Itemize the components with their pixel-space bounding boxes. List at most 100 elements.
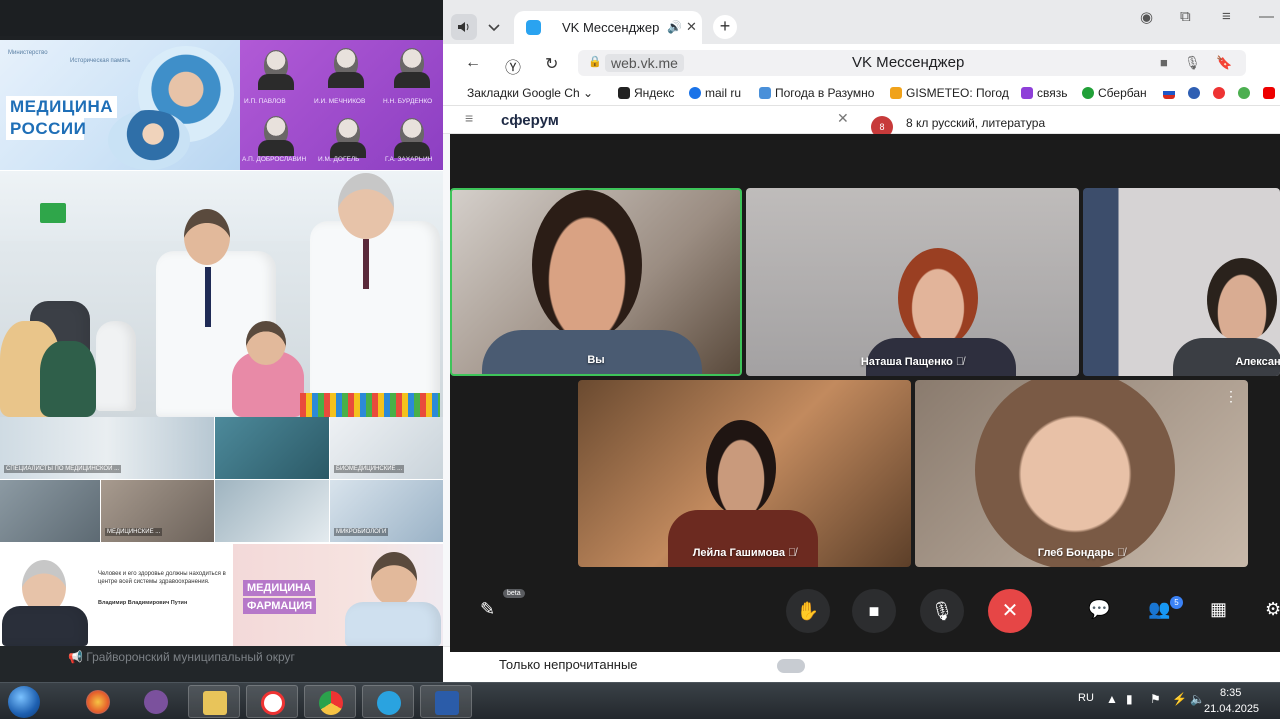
bookmark-item[interactable]: mail ru: [689, 86, 741, 100]
yandex-browser-taskbar-icon[interactable]: [246, 685, 298, 718]
microbiology-photo: МИКРОБИОЛОГИ: [330, 480, 443, 542]
scientist-name: И.И. МЕЧНИКОВ: [314, 98, 366, 105]
close-chat-icon[interactable]: ✕: [837, 110, 849, 127]
camera-button[interactable]: ■: [852, 589, 896, 633]
menu-icon[interactable]: ≡: [465, 110, 473, 126]
tab-vk-messenger[interactable]: VK Мессенджер 🔊 ✕: [514, 11, 702, 44]
specialist-photo: [0, 480, 100, 542]
shared-screen-topbar: [0, 0, 443, 36]
telegram-taskbar-icon[interactable]: [362, 685, 414, 718]
participant-tile[interactable]: ⋮ Глеб Бондарь 🎙̸: [915, 380, 1248, 567]
chat-title[interactable]: 8 кл русский, литература: [906, 116, 1045, 130]
tabs-dropdown-icon[interactable]: [481, 14, 507, 40]
bookmark-item[interactable]: связь: [1021, 86, 1068, 100]
participant-name: Лейла Гашимова: [692, 547, 786, 559]
scientists-banner: И.П. ПАВЛОВ И.И. МЕЧНИКОВ Н.Н. БУРДЕНКО …: [240, 40, 443, 170]
participant-name: Наташа Пащенко: [860, 356, 953, 368]
scientist-name: Г.А. ЗАХАРЬИН: [385, 156, 433, 163]
clock-date[interactable]: 21.04.2025: [1204, 703, 1259, 715]
banner-title: МЕДИЦИНА РОССИИ: [6, 96, 118, 140]
end-call-button[interactable]: ✕: [988, 589, 1032, 633]
specialists-photo-row-1: СПЕЦИАЛИСТЫ ПО МЕДИЦИНСКОЙ ... БИОМЕДИЦИ…: [0, 417, 443, 479]
bookmarks-bar: Закладки Google Ch ⌄ Яндекс mail ru Пого…: [443, 82, 1280, 106]
site-icon[interactable]: [1188, 86, 1204, 100]
chat-icon[interactable]: 💬: [1088, 599, 1110, 620]
tray-expand-icon[interactable]: ▲: [1106, 692, 1118, 706]
banner-logo-history: Историческая память: [70, 58, 131, 64]
scientist-name: И.М. ДОГЕЛЬ: [318, 156, 360, 163]
participant-tile[interactable]: Наташа Пащенко 🎙̸: [746, 188, 1079, 376]
layout-icon[interactable]: ▦: [1210, 599, 1227, 620]
lock-icon[interactable]: 🔒: [588, 55, 602, 68]
yandex-icon[interactable]: Ⓨ: [505, 54, 521, 78]
whiteboard-icon[interactable]: ✎: [480, 599, 495, 620]
bookmark-icon[interactable]: 🔖: [1216, 55, 1232, 71]
bookmark-item[interactable]: Яндекс: [618, 86, 674, 100]
explorer-taskbar-icon[interactable]: [188, 685, 240, 718]
flag-tray-icon[interactable]: ⚑: [1150, 692, 1161, 706]
vk-favicon: [526, 20, 541, 35]
network-icon[interactable]: ▮: [1126, 692, 1133, 706]
tab-close-icon[interactable]: ✕: [686, 19, 697, 35]
unread-filter-label: Только непрочитанные: [499, 657, 638, 672]
windows-taskbar: RU ▲ ▮ ⚑ ⚡ 🔈 8:35 21.04.2025: [0, 682, 1280, 719]
bookmark-manager-icon[interactable]: ⧉: [1180, 8, 1191, 25]
menu-icon[interactable]: ≡: [1222, 8, 1231, 25]
volume-icon[interactable]: 🔈: [1190, 692, 1205, 706]
new-tab-button[interactable]: +: [713, 15, 737, 39]
profile-icon[interactable]: ◉: [1140, 8, 1153, 26]
participant-tile[interactable]: Лейла Гашимова 🎙̸: [578, 380, 911, 567]
clock-time[interactable]: 8:35: [1220, 687, 1241, 699]
youtube-icon[interactable]: [1263, 86, 1279, 100]
tab-strip: VK Мессенджер 🔊 ✕ + ◉ ⧉ ≡ —: [443, 0, 1280, 44]
shared-screen-pane: Министерство Историческая память МЕДИЦИН…: [0, 0, 443, 682]
site-icon[interactable]: [1238, 86, 1254, 100]
bookmark-item[interactable]: Сбербан: [1082, 86, 1147, 100]
pharm-title-line1: МЕДИЦИНА: [243, 580, 316, 596]
speaker-icon[interactable]: [451, 14, 477, 40]
start-button[interactable]: [8, 686, 40, 718]
muted-mic-icon: 🎙̸: [1116, 547, 1126, 559]
tab-audio-icon[interactable]: 🔊: [667, 20, 682, 34]
language-indicator[interactable]: RU: [1078, 692, 1094, 704]
pharm-title-line2: ФАРМАЦИЯ: [243, 598, 317, 614]
portrait-dogel: [326, 114, 370, 158]
participant-tile-self[interactable]: Вы: [450, 188, 742, 376]
microphone-icon[interactable]: 🎙: [1184, 55, 1201, 71]
bookmark-item[interactable]: GISMETEO: Погод: [890, 86, 1009, 100]
viber-taskbar-icon[interactable]: [130, 685, 182, 718]
more-options-icon[interactable]: ⋮: [1224, 388, 1238, 405]
word-taskbar-icon[interactable]: [420, 685, 472, 718]
presentation-slide: Министерство Историческая память МЕДИЦИН…: [0, 40, 443, 646]
raise-hand-button[interactable]: ✋: [786, 589, 830, 633]
power-icon[interactable]: ⚡: [1172, 692, 1187, 706]
participant-name: Александр Зуен: [1235, 356, 1280, 368]
reload-icon[interactable]: ↻: [545, 54, 558, 74]
participant-tile[interactable]: Александр Зуен: [1083, 188, 1280, 376]
participants-icon[interactable]: 👥: [1148, 599, 1170, 620]
microphone-button[interactable]: 🎙: [920, 589, 964, 633]
scientist-name: А.П. ДОБРОСЛАВИН: [242, 156, 307, 163]
pencils: [300, 393, 440, 417]
settings-icon[interactable]: ⚙: [1265, 599, 1280, 620]
beta-badge: beta: [503, 589, 525, 598]
url-field[interactable]: 🔒 web.vk.me VK Мессенджер ■ 🎙 🔖: [578, 50, 1246, 76]
site-icon[interactable]: [1213, 86, 1229, 100]
minimize-icon[interactable]: —: [1259, 8, 1274, 25]
unread-toggle[interactable]: [777, 659, 805, 673]
bookmark-item[interactable]: Погода в Разумно: [759, 86, 874, 100]
specialist-photo: СПЕЦИАЛИСТЫ ПО МЕДИЦИНСКОЙ ...: [0, 417, 214, 479]
portrait-burdenko: [390, 44, 434, 88]
surgery-photo: [215, 417, 329, 479]
paint-taskbar-icon[interactable]: [72, 685, 124, 718]
bookmark-item[interactable]: Закладки Google Ch ⌄: [467, 86, 593, 100]
chrome-taskbar-icon[interactable]: [304, 685, 356, 718]
back-icon[interactable]: ←: [465, 54, 481, 72]
participants-count-badge: 5: [1170, 596, 1183, 609]
muted-mic-icon: 🎙̸: [788, 547, 797, 559]
quote-text: Человек и его здоровье должны находиться…: [98, 571, 226, 585]
camera-icon[interactable]: ■: [1160, 55, 1168, 70]
quote-author: Владимир Владимирович Путин: [98, 600, 188, 606]
flag-icon[interactable]: [1163, 86, 1179, 100]
specialist-caption: МЕДИЦИНСКИЕ ...: [105, 528, 163, 536]
